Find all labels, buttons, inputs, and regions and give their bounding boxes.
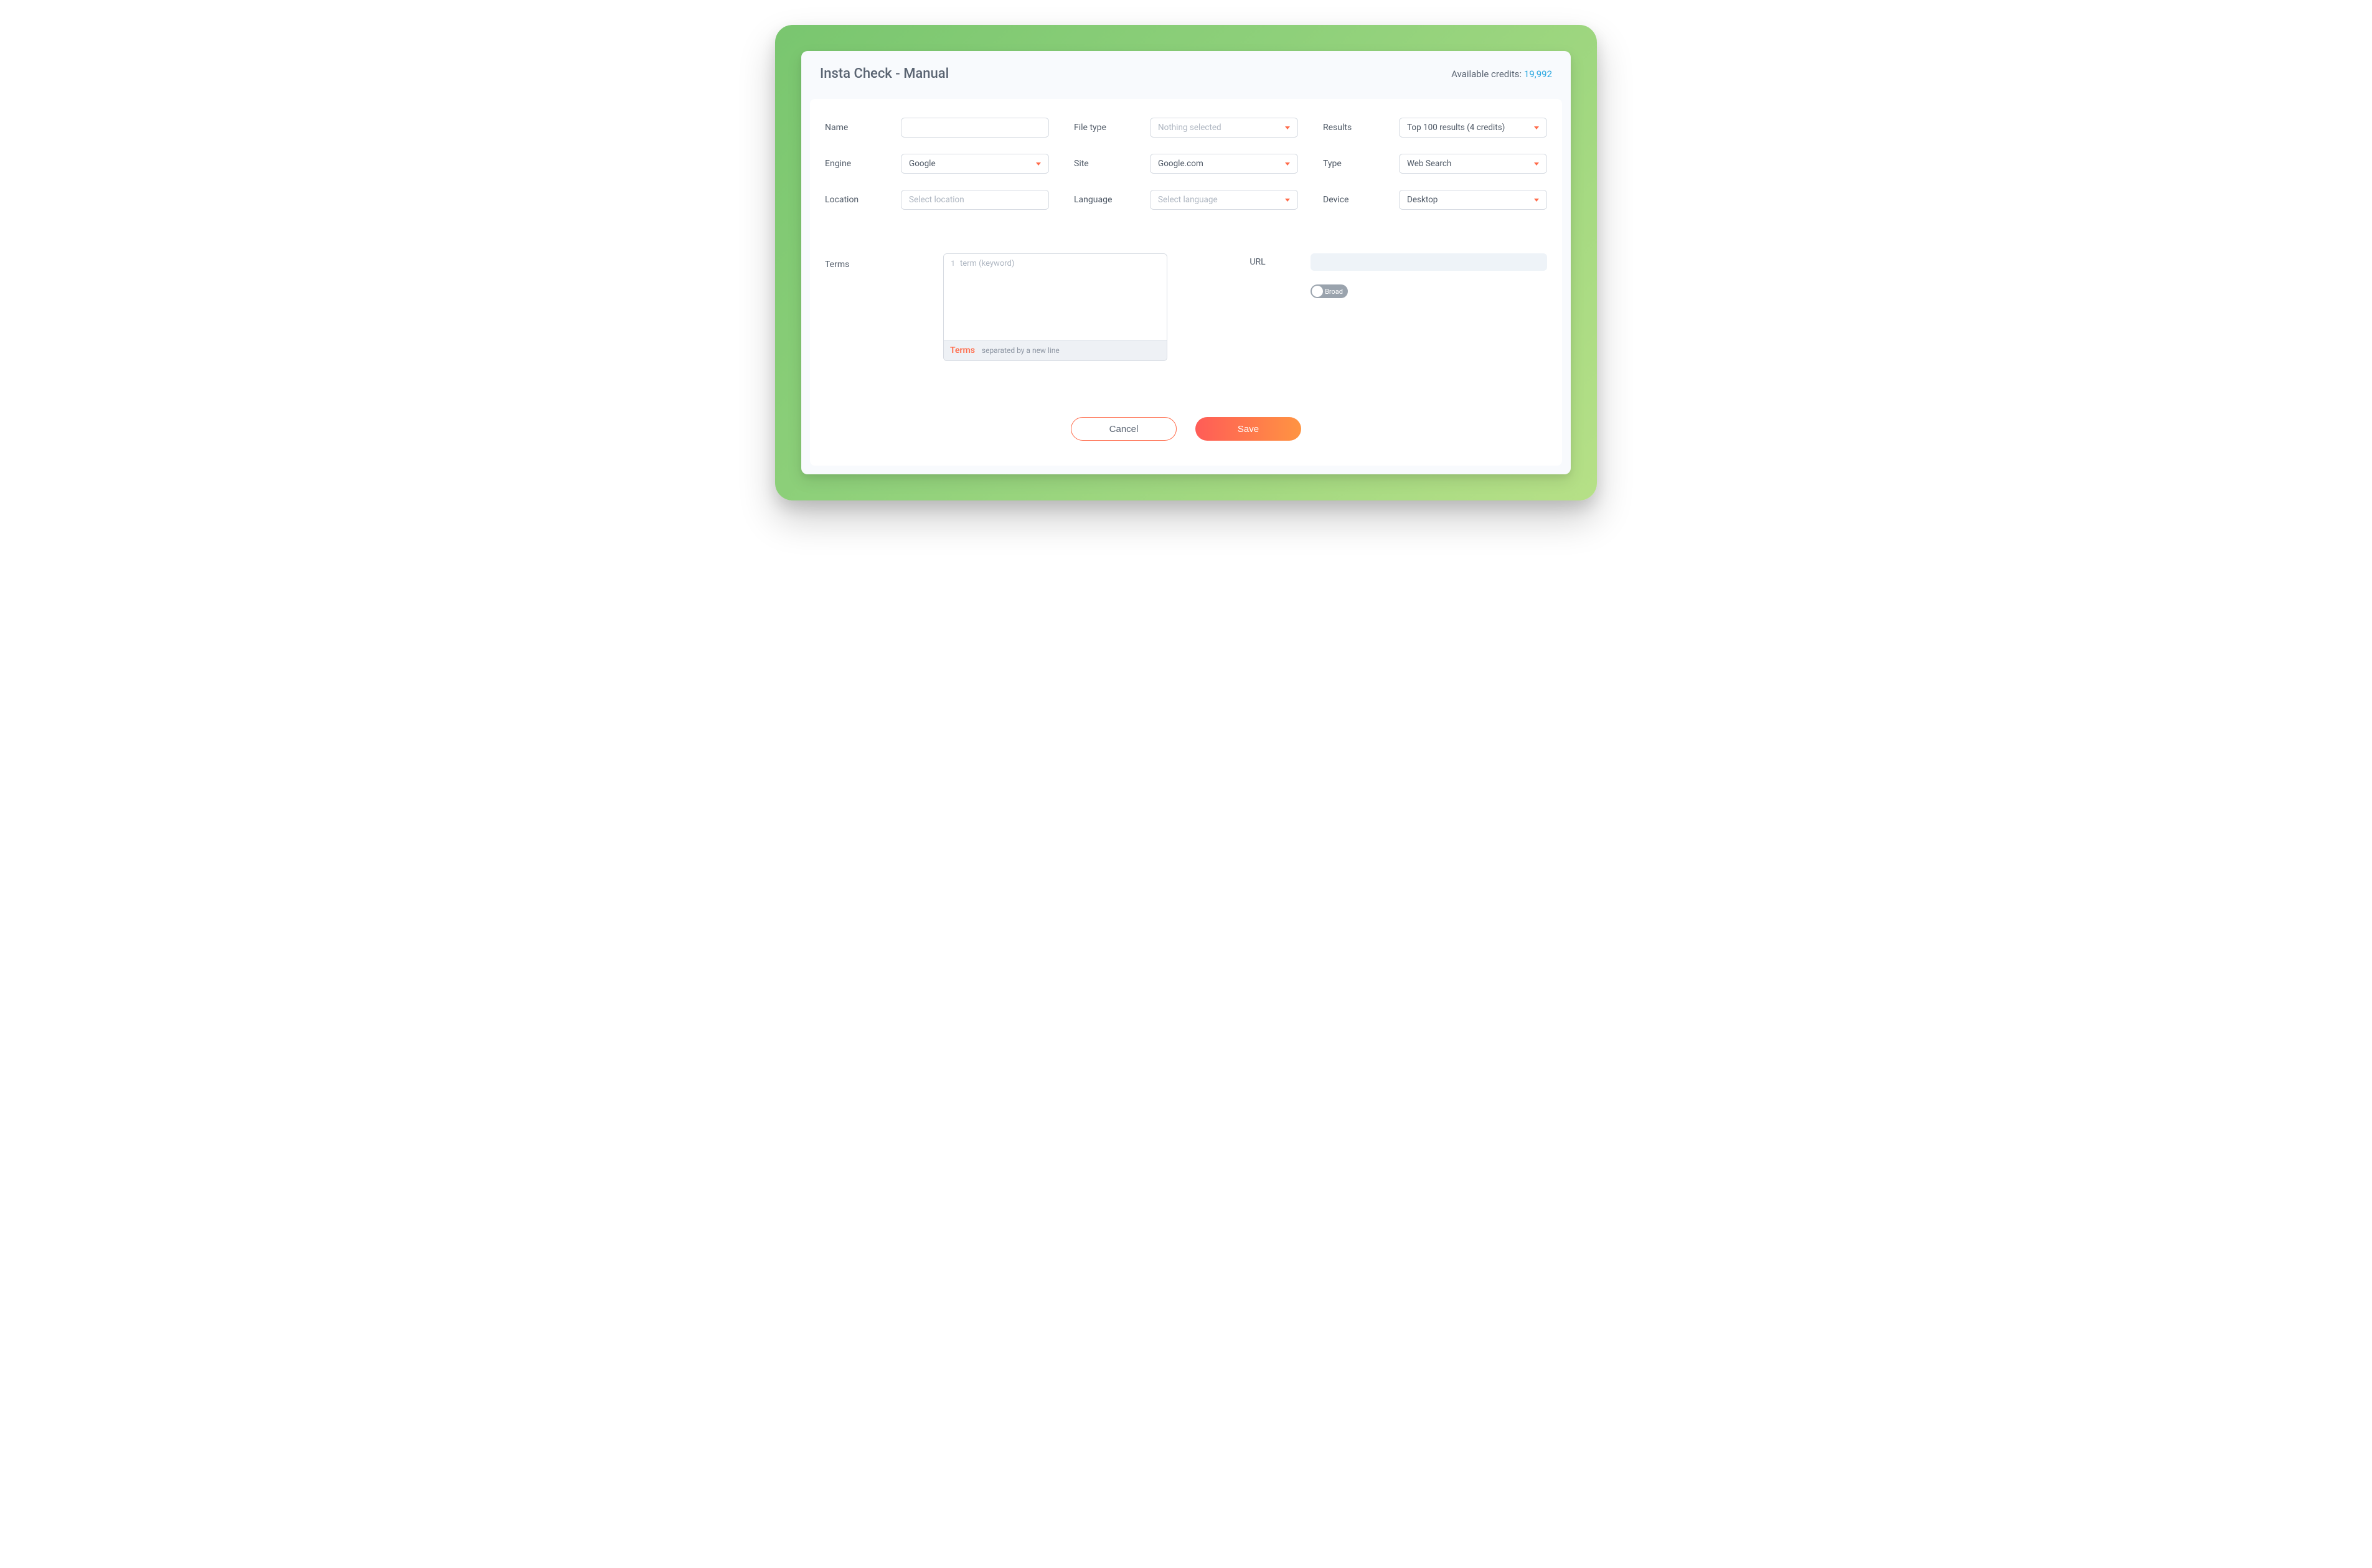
field-type: Type Web Search: [1323, 154, 1547, 174]
location-input[interactable]: Select location: [901, 190, 1049, 210]
form-grid: Name File type Nothing selected Results …: [825, 118, 1547, 210]
site-value: Google.com: [1158, 159, 1203, 169]
credits-label: Available credits:: [1451, 68, 1524, 80]
url-input[interactable]: [1311, 253, 1547, 271]
field-results: Results Top 100 results (4 credits): [1323, 118, 1547, 138]
credits-value: 19,992: [1524, 68, 1552, 80]
engine-select[interactable]: Google: [901, 154, 1049, 174]
caret-down-icon: [1285, 199, 1290, 202]
field-filetype: File type Nothing selected: [1074, 118, 1298, 138]
site-select[interactable]: Google.com: [1150, 154, 1298, 174]
language-placeholder: Select language: [1158, 195, 1218, 205]
engine-label: Engine: [825, 159, 901, 169]
inner-panel: Insta Check - Manual Available credits: …: [801, 51, 1571, 474]
device-label: Device: [1323, 195, 1399, 205]
field-location: Location Select location: [825, 190, 1049, 210]
field-site: Site Google.com: [1074, 154, 1298, 174]
location-label: Location: [825, 195, 901, 205]
form-card: Name File type Nothing selected Results …: [810, 99, 1562, 466]
language-select[interactable]: Select language: [1150, 190, 1298, 210]
available-credits: Available credits: 19,992: [1451, 68, 1552, 80]
toggle-label: Broad: [1325, 288, 1343, 296]
terms-footer-hint: separated by a new line: [982, 346, 1060, 355]
terms-label: Terms: [825, 253, 943, 270]
caret-down-icon: [1534, 126, 1539, 129]
toggle-knob-icon: [1312, 286, 1323, 297]
field-device: Device Desktop: [1323, 190, 1547, 210]
results-value: Top 100 results (4 credits): [1407, 123, 1505, 133]
type-value: Web Search: [1407, 159, 1451, 169]
engine-value: Google: [909, 159, 936, 169]
results-select[interactable]: Top 100 results (4 credits): [1399, 118, 1547, 138]
save-button[interactable]: Save: [1195, 417, 1301, 441]
name-input[interactable]: [901, 118, 1049, 138]
cancel-button[interactable]: Cancel: [1071, 417, 1177, 441]
terms-line-number: 1: [944, 254, 958, 340]
terms-footer-title: Terms: [950, 345, 975, 355]
second-section: Terms 1 term (keyword) Terms separated b…: [825, 253, 1547, 361]
broad-toggle[interactable]: Broad: [1311, 284, 1348, 298]
device-value: Desktop: [1407, 195, 1438, 205]
results-label: Results: [1323, 123, 1399, 133]
footer-actions: Cancel Save: [825, 417, 1547, 441]
device-select[interactable]: Desktop: [1399, 190, 1547, 210]
caret-down-icon: [1285, 162, 1290, 166]
caret-down-icon: [1534, 199, 1539, 202]
caret-down-icon: [1036, 162, 1041, 166]
filetype-label: File type: [1074, 123, 1150, 133]
name-label: Name: [825, 123, 901, 133]
toggle-row: Broad: [1205, 284, 1547, 298]
field-engine: Engine Google: [825, 154, 1049, 174]
caret-down-icon: [1285, 126, 1290, 129]
terms-editor: 1 term (keyword) Terms separated by a ne…: [943, 253, 1167, 361]
caret-down-icon: [1534, 162, 1539, 166]
outer-card: Insta Check - Manual Available credits: …: [775, 25, 1597, 500]
terms-body[interactable]: 1 term (keyword): [944, 254, 1167, 340]
site-label: Site: [1074, 159, 1150, 169]
terms-footer: Terms separated by a new line: [944, 340, 1167, 360]
field-language: Language Select language: [1074, 190, 1298, 210]
type-label: Type: [1323, 159, 1399, 169]
location-placeholder: Select location: [909, 195, 964, 205]
header: Insta Check - Manual Available credits: …: [801, 51, 1571, 94]
filetype-select[interactable]: Nothing selected: [1150, 118, 1298, 138]
field-terms: Terms 1 term (keyword) Terms separated b…: [825, 253, 1167, 361]
field-url: URL: [1205, 253, 1547, 271]
type-select[interactable]: Web Search: [1399, 154, 1547, 174]
url-column: URL Broad: [1205, 253, 1547, 361]
page-title: Insta Check - Manual: [820, 66, 949, 82]
language-label: Language: [1074, 195, 1150, 205]
url-label: URL: [1205, 257, 1311, 267]
terms-textarea[interactable]: term (keyword): [958, 254, 1167, 340]
field-name: Name: [825, 118, 1049, 138]
filetype-value: Nothing selected: [1158, 123, 1221, 133]
